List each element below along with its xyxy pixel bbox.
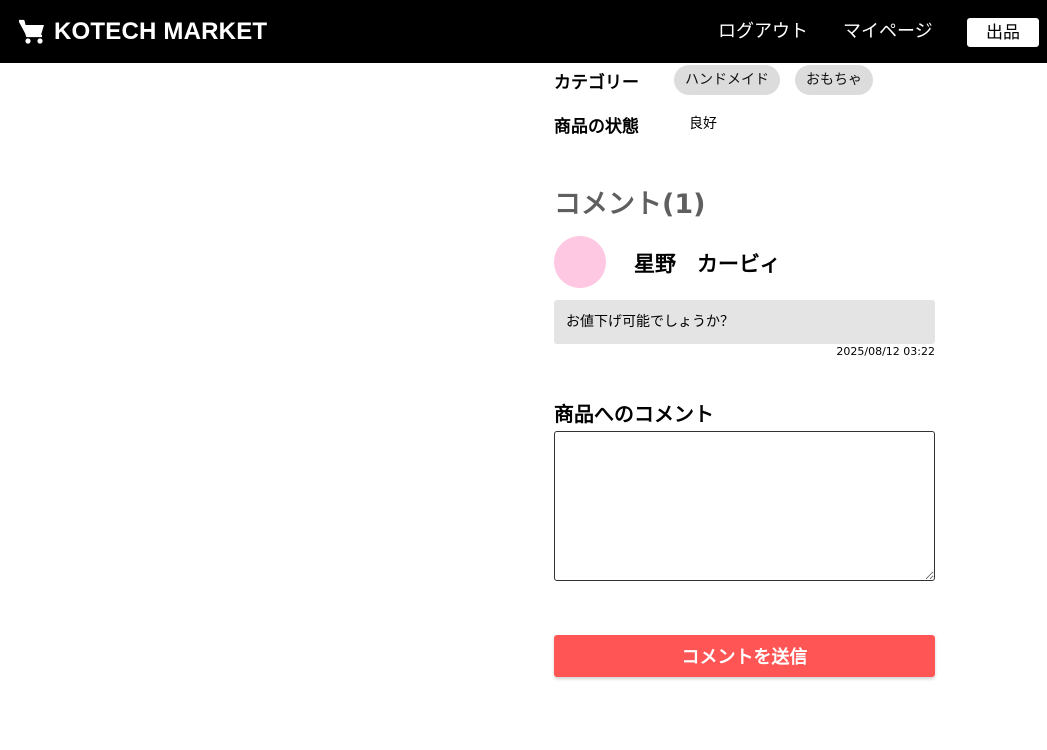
sell-button[interactable]: 出品 xyxy=(967,18,1039,47)
comments-heading: コメント(1) xyxy=(554,189,706,220)
commenter-name: 星野 カービィ xyxy=(634,252,781,276)
submit-comment-button[interactable]: コメントを送信 xyxy=(554,635,935,677)
category-tag: ハンドメイド xyxy=(674,65,780,95)
condition-label: 商品の状態 xyxy=(554,117,639,137)
category-label: カテゴリー xyxy=(554,73,639,93)
site-logo[interactable]: KOTECH MARKET xyxy=(18,0,267,63)
avatar xyxy=(554,236,606,288)
comment-textarea[interactable] xyxy=(554,431,935,581)
comment-timestamp: 2025/08/12 03:22 xyxy=(836,345,935,358)
mypage-link[interactable]: マイページ xyxy=(843,0,933,63)
site-header: KOTECH MARKET ログアウト マイページ 出品 xyxy=(0,0,1047,63)
shopping-cart-icon xyxy=(19,19,44,44)
logout-link[interactable]: ログアウト xyxy=(718,0,808,63)
comment-form-label: 商品へのコメント xyxy=(554,402,714,426)
condition-value: 良好 xyxy=(689,116,717,132)
category-tag: おもちゃ xyxy=(795,65,873,95)
brand-name: KOTECH MARKET xyxy=(54,17,268,45)
comment-text: お値下げ可能でしょうか？ xyxy=(554,300,935,344)
